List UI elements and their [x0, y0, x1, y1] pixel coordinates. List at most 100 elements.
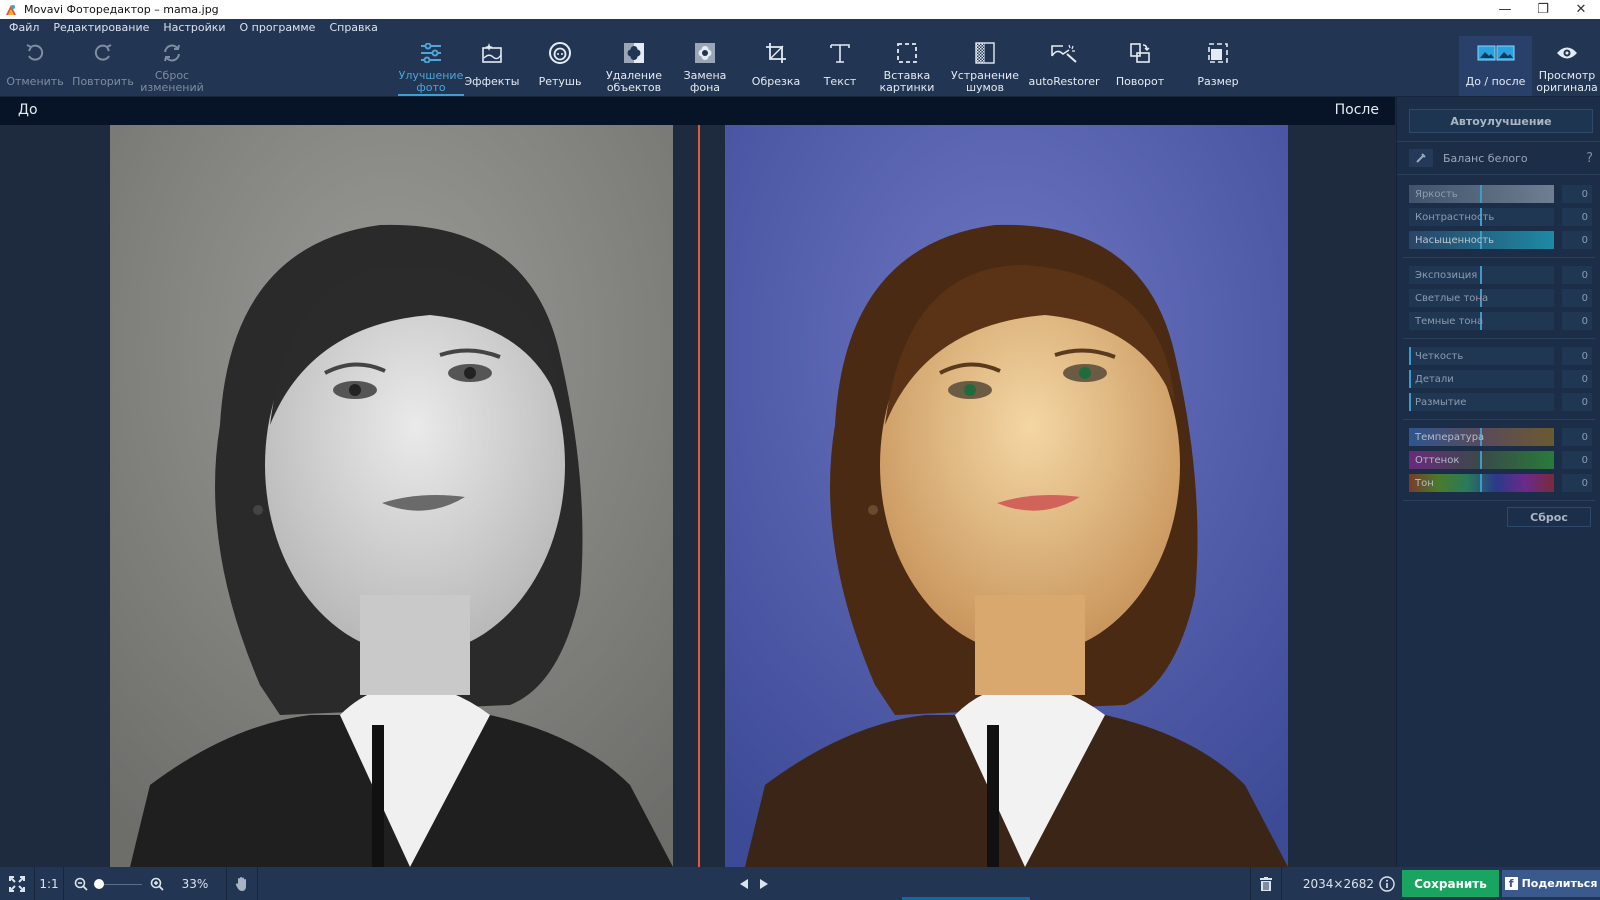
- tool-denoise[interactable]: Устранение шумов: [948, 36, 1022, 96]
- auto-enhance-button[interactable]: Автоулучшение: [1409, 109, 1593, 133]
- image-canvas[interactable]: [0, 125, 1395, 867]
- retouch-face-icon: [548, 36, 572, 70]
- reset-button[interactable]: Сброс: [1507, 507, 1591, 527]
- redo-button[interactable]: Повторить: [72, 36, 134, 96]
- menu-file[interactable]: Файл: [9, 21, 39, 34]
- tool-text[interactable]: Текст: [812, 36, 868, 96]
- view-original-button[interactable]: Просмотр оригинала: [1534, 36, 1600, 96]
- value-tint[interactable]: 0: [1562, 451, 1592, 469]
- fullscreen-icon[interactable]: [0, 875, 34, 892]
- tool-label: Вставка картинки: [879, 69, 935, 94]
- slider-exposure[interactable]: Экспозиция: [1409, 266, 1554, 284]
- effects-icon: [481, 36, 503, 70]
- background-replace-icon: [694, 36, 716, 70]
- undo-button[interactable]: Отменить: [6, 36, 64, 96]
- tool-retouch[interactable]: Ретушь: [530, 36, 590, 96]
- slider-contrast[interactable]: Контрастность: [1409, 208, 1554, 226]
- tool-label: Обрезка: [751, 75, 801, 88]
- eyedropper-icon[interactable]: [1409, 149, 1433, 167]
- tool-label: Текст: [823, 75, 857, 88]
- slider-highlights[interactable]: Светлые тона: [1409, 289, 1554, 307]
- trash-icon[interactable]: [1251, 876, 1281, 891]
- tool-background-replace[interactable]: Замена фона: [672, 36, 738, 96]
- comparison-header: До После: [0, 97, 1395, 125]
- value-highlights[interactable]: 0: [1562, 289, 1592, 307]
- value-blur[interactable]: 0: [1562, 393, 1592, 411]
- maximize-button[interactable]: ❐: [1524, 0, 1562, 19]
- before-after-toggle[interactable]: До / после: [1459, 36, 1532, 96]
- actual-size-button[interactable]: 1:1: [35, 877, 63, 891]
- tool-rotate[interactable]: Поворот: [1108, 36, 1172, 96]
- tool-insert-image[interactable]: Вставка картинки: [872, 36, 942, 96]
- tool-enhance-photo[interactable]: Улучшение фото: [398, 36, 464, 96]
- tool-resize[interactable]: Размер: [1186, 36, 1250, 96]
- group-divider: [1403, 338, 1595, 339]
- before-after-icon: [1477, 36, 1515, 70]
- tool-crop[interactable]: Обрезка: [746, 36, 806, 96]
- minimize-button[interactable]: —: [1486, 0, 1524, 19]
- text-icon: [829, 36, 851, 70]
- redo-icon: [92, 36, 114, 70]
- next-image-button[interactable]: [754, 878, 774, 890]
- zoom-out-icon[interactable]: [64, 877, 88, 891]
- before-label: До: [18, 102, 38, 118]
- tool-object-removal[interactable]: Удаление объектов: [596, 36, 672, 96]
- info-icon[interactable]: [1374, 875, 1400, 892]
- slider-clarity[interactable]: Четкость: [1409, 347, 1554, 365]
- zoom-slider-handle[interactable]: [94, 878, 104, 889]
- previous-image-button[interactable]: [734, 878, 754, 890]
- view-original-label: Просмотр оригинала: [1536, 69, 1598, 94]
- before-after-label: До / после: [1465, 75, 1526, 88]
- save-button[interactable]: Сохранить: [1402, 870, 1499, 897]
- tool-label: Замена фона: [683, 69, 727, 94]
- value-details[interactable]: 0: [1562, 370, 1592, 388]
- slider-shadows[interactable]: Темные тона: [1409, 312, 1554, 330]
- insert-image-icon: [896, 36, 918, 70]
- help-icon[interactable]: ?: [1586, 151, 1593, 166]
- toolbar: Отменить Повторить Сброс изменений Улучш…: [0, 36, 1600, 97]
- value-contrast[interactable]: 0: [1562, 208, 1592, 226]
- white-balance-row: Баланс белого ?: [1397, 141, 1600, 175]
- value-temperature[interactable]: 0: [1562, 428, 1592, 446]
- slider-brightness[interactable]: Яркость: [1409, 185, 1554, 203]
- menu-help[interactable]: Справка: [329, 21, 377, 34]
- before-photo: [110, 125, 673, 867]
- menu-about[interactable]: О программе: [240, 21, 316, 34]
- window-titlebar: Movavi Фоторедактор – mama.jpg — ❐ ✕: [0, 0, 1600, 19]
- before-after-divider[interactable]: [698, 125, 700, 867]
- menu-settings[interactable]: Настройки: [163, 21, 225, 34]
- slider-tint[interactable]: Оттенок: [1409, 451, 1554, 469]
- slider-details[interactable]: Детали: [1409, 370, 1554, 388]
- tool-label: Устранение шумов: [951, 69, 1019, 94]
- value-saturation[interactable]: 0: [1562, 231, 1592, 249]
- tool-auto-restorer[interactable]: autoRestorer: [1024, 36, 1104, 96]
- close-button[interactable]: ✕: [1562, 0, 1600, 19]
- sliders-icon: [420, 36, 442, 70]
- white-balance-label: Баланс белого: [1443, 151, 1528, 165]
- hand-tool-icon[interactable]: [227, 876, 257, 892]
- tool-label: autoRestorer: [1028, 75, 1100, 88]
- tool-label: Ретушь: [538, 75, 582, 88]
- value-brightness[interactable]: 0: [1562, 185, 1592, 203]
- zoom-slider[interactable]: [94, 876, 150, 892]
- tool-label: Удаление объектов: [606, 69, 662, 94]
- zoom-in-icon[interactable]: [150, 877, 168, 891]
- menu-edit[interactable]: Редактирование: [53, 21, 149, 34]
- value-exposure[interactable]: 0: [1562, 266, 1592, 284]
- group-divider: [1403, 500, 1595, 501]
- value-shadows[interactable]: 0: [1562, 312, 1592, 330]
- slider-blur[interactable]: Размытие: [1409, 393, 1554, 411]
- group-divider: [1403, 257, 1595, 258]
- undo-label: Отменить: [6, 75, 64, 88]
- value-hue[interactable]: 0: [1562, 474, 1592, 492]
- image-dimensions: 2034×2682: [1302, 876, 1374, 891]
- slider-temperature[interactable]: Температура: [1409, 428, 1554, 446]
- after-photo: [725, 125, 1288, 867]
- slider-hue[interactable]: Тон: [1409, 474, 1554, 492]
- share-button[interactable]: f Поделиться: [1502, 870, 1600, 897]
- tool-effects[interactable]: Эффекты: [462, 36, 522, 96]
- tool-label: Поворот: [1115, 75, 1165, 88]
- value-clarity[interactable]: 0: [1562, 347, 1592, 365]
- reset-changes-button[interactable]: Сброс изменений: [140, 36, 204, 96]
- slider-saturation[interactable]: Насыщенность: [1409, 231, 1554, 249]
